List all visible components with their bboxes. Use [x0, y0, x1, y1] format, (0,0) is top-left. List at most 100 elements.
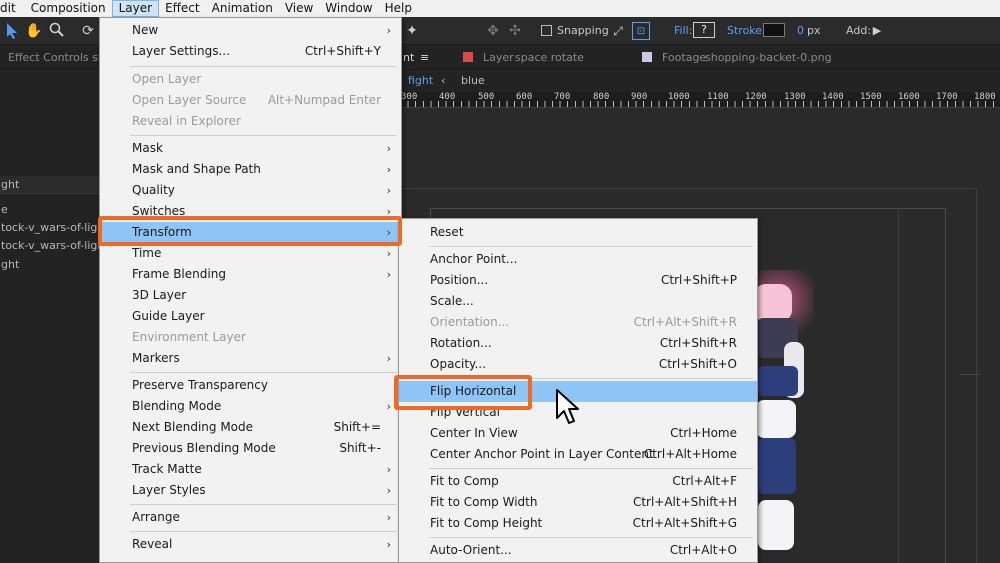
ruler-label: 1800: [974, 92, 996, 102]
stroke-width-value[interactable]: 0: [797, 24, 804, 37]
submenu-arrow-icon: ›: [386, 24, 391, 37]
project-item[interactable]: ght: [0, 256, 100, 274]
submenu-item-rotation[interactable]: Rotation... Ctrl+Shift+R: [399, 333, 757, 354]
selection-tool-icon[interactable]: [3, 22, 21, 40]
layer-tab-label[interactable]: Layer: [483, 51, 514, 64]
puppet-tool-icon[interactable]: ✥: [484, 22, 502, 40]
submenu-item-fit-to-comp-height[interactable]: Fit to Comp Height Ctrl+Alt+Shift+G: [399, 513, 757, 534]
menu-effect[interactable]: Effect: [159, 0, 206, 17]
menu-item-reveal[interactable]: Reveal ›: [100, 534, 401, 555]
menu-item-open-layer-source[interactable]: Open Layer Source Alt+Numpad Enter: [100, 90, 401, 111]
menu-item-label: Center In View: [430, 426, 518, 440]
submenu-item-fit-to-comp-width[interactable]: Fit to Comp Width Ctrl+Alt+Shift+H: [399, 492, 757, 513]
menu-separator: [429, 246, 753, 247]
submenu-arrow-icon: ›: [386, 511, 391, 524]
snap-features-icon[interactable]: ⊡: [632, 22, 650, 40]
submenu-item-scale[interactable]: Scale...: [399, 291, 757, 312]
menu-item-label: Arrange: [132, 510, 180, 524]
ruler-label: 1600: [898, 92, 920, 102]
menu-item-layer-styles[interactable]: Layer Styles ›: [100, 480, 401, 501]
ruler-label: 1000: [668, 92, 690, 102]
menu-item-arrange[interactable]: Arrange ›: [100, 507, 401, 528]
layer-tab-name[interactable]: space rotate: [515, 51, 584, 64]
ruler-label: 500: [478, 92, 495, 102]
menu-animation[interactable]: Animation: [206, 0, 279, 17]
snap-edges-icon[interactable]: ⤢: [609, 22, 627, 40]
menu-view[interactable]: View: [279, 0, 319, 17]
add-play-icon[interactable]: ▶: [868, 22, 886, 40]
orbit-tool-icon[interactable]: ⟳: [79, 22, 97, 40]
project-column-header: e: [1, 203, 8, 216]
footage-tab-label[interactable]: Footage: [662, 51, 706, 64]
menu-item-label: Flip Vertical: [430, 405, 500, 419]
menu-item-switches[interactable]: Switches ›: [100, 201, 401, 222]
submenu-item-auto-orient[interactable]: Auto-Orient... Ctrl+Alt+O: [399, 540, 757, 561]
submenu-arrow-icon: ›: [386, 184, 391, 197]
menu-item-new[interactable]: New ›: [100, 20, 401, 41]
submenu-item-position[interactable]: Position... Ctrl+Shift+P: [399, 270, 757, 291]
submenu-item-orientation[interactable]: Orientation... Ctrl+Alt+Shift+R: [399, 312, 757, 333]
menu-item-time[interactable]: Time ›: [100, 243, 401, 264]
stroke-label: Stroke:: [727, 24, 766, 37]
pin-tool-icon[interactable]: ✦: [403, 22, 421, 40]
puppet-overlap-icon[interactable]: ✣: [506, 22, 524, 40]
breadcrumb-current[interactable]: fight: [408, 74, 433, 87]
submenu-item-anchor-point[interactable]: Anchor Point...: [399, 249, 757, 270]
menu-item-quality[interactable]: Quality ›: [100, 180, 401, 201]
menu-item-previous-blending-mode[interactable]: Previous Blending Mode Shift+-: [100, 438, 401, 459]
stroke-swatch[interactable]: [763, 23, 785, 37]
menu-item-guide-layer[interactable]: Guide Layer: [100, 306, 401, 327]
ruler-label: 1100: [707, 92, 729, 102]
menu-item-markers[interactable]: Markers ›: [100, 348, 401, 369]
menu-item-transform[interactable]: Transform ›: [100, 222, 401, 243]
menu-item-layer-settings[interactable]: Layer Settings... Ctrl+Shift+Y: [100, 41, 401, 62]
hand-tool-icon[interactable]: ✋: [25, 22, 43, 40]
submenu-item-reset[interactable]: Reset: [399, 222, 757, 243]
footage-tab-name[interactable]: shopping-backet-0.png: [705, 51, 832, 64]
snapping-checkbox[interactable]: [541, 25, 552, 36]
composition-tab[interactable]: nt: [403, 51, 414, 64]
breadcrumb-next[interactable]: blue: [461, 74, 485, 87]
composition-tab-menu-icon[interactable]: ≡: [420, 51, 429, 64]
menu-item-mask-shape-path[interactable]: Mask and Shape Path ›: [100, 159, 401, 180]
menu-item-label: Mask: [132, 141, 163, 155]
menu-item-blending-mode[interactable]: Blending Mode ›: [100, 396, 401, 417]
menu-layer[interactable]: Layer: [111, 0, 160, 17]
ruler-label: 800: [593, 92, 610, 102]
fill-swatch[interactable]: ?: [693, 22, 715, 38]
menu-item-track-matte[interactable]: Track Matte ›: [100, 459, 401, 480]
menu-item-preserve-transparency[interactable]: Preserve Transparency: [100, 375, 401, 396]
menu-edit[interactable]: dit: [0, 0, 25, 17]
menu-item-label: Environment Layer: [132, 330, 246, 344]
project-item[interactable]: tock-v_wars-of-lightn: [0, 219, 100, 237]
zoom-tool-icon[interactable]: [48, 22, 66, 40]
menu-separator: [130, 504, 397, 505]
submenu-item-fit-to-comp[interactable]: Fit to Comp Ctrl+Alt+F: [399, 471, 757, 492]
title-safe-guide: [400, 188, 975, 189]
menu-item-label: Scale...: [430, 294, 474, 308]
submenu-item-opacity[interactable]: Opacity... Ctrl+Shift+O: [399, 354, 757, 375]
menu-item-shortcut: Ctrl+Alt+Shift+G: [632, 516, 737, 530]
menu-item-mask[interactable]: Mask ›: [100, 138, 401, 159]
project-search-row[interactable]: ght: [0, 176, 100, 194]
menu-separator: [130, 66, 397, 67]
menu-item-environment-layer[interactable]: Environment Layer: [100, 327, 401, 348]
menu-item-label: Track Matte: [132, 462, 202, 476]
menu-item-open-layer[interactable]: Open Layer: [100, 69, 401, 90]
layer-menu-dropdown: New › Layer Settings... Ctrl+Shift+Y Open …: [99, 17, 402, 563]
menu-composition[interactable]: Composition: [25, 0, 112, 17]
stroke-unit: px: [807, 24, 821, 37]
submenu-item-center-anchor-point[interactable]: Center Anchor Point in Layer Content Ctrl…: [399, 444, 757, 465]
menu-help[interactable]: Help: [379, 0, 418, 17]
menu-item-reveal-in-explorer[interactable]: Reveal in Explorer: [100, 111, 401, 132]
menu-item-next-blending-mode[interactable]: Next Blending Mode Shift+=: [100, 417, 401, 438]
project-item[interactable]: tock-v_wars-of-lightn: [0, 237, 100, 255]
menu-item-label: 3D Layer: [132, 288, 187, 302]
menu-item-frame-blending[interactable]: Frame Blending ›: [100, 264, 401, 285]
submenu-arrow-icon: ›: [386, 247, 391, 260]
menu-item-shortcut: Shift+=: [333, 420, 381, 434]
menu-window[interactable]: Window: [319, 0, 378, 17]
menu-item-3d-layer[interactable]: 3D Layer: [100, 285, 401, 306]
menu-separator: [429, 378, 753, 379]
menu-item-shortcut: Ctrl+Alt+Shift+R: [633, 315, 737, 329]
